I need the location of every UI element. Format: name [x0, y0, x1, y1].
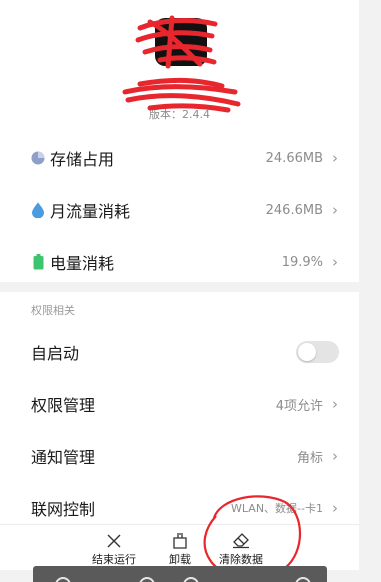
nav-extra-icon[interactable]: [295, 577, 311, 582]
nav-recent-icon[interactable]: [183, 577, 199, 582]
usage-row-storage[interactable]: 存储占用 24.66MB ›: [0, 132, 359, 184]
usage-row-traffic[interactable]: 月流量消耗 246.6MB ›: [0, 184, 359, 236]
chevron-right-icon: ›: [332, 201, 338, 219]
chevron-right-icon: ›: [332, 395, 338, 413]
close-icon: [106, 525, 122, 549]
water-drop-icon: [31, 202, 45, 218]
autostart-toggle[interactable]: [296, 341, 339, 363]
nav-home-icon[interactable]: [139, 577, 155, 582]
app-icon: [155, 18, 207, 66]
uninstall-button[interactable]: 卸载: [169, 525, 191, 567]
usage-value: 24.66MB: [265, 150, 323, 166]
toggle-knob: [298, 343, 316, 361]
permission-row-notification[interactable]: 通知管理 角标 ›: [0, 430, 359, 482]
app-version: 版本：2.4.4: [149, 108, 210, 121]
permission-label: 权限管理: [31, 396, 96, 415]
usage-value: 19.9%: [281, 254, 323, 270]
system-navigation-bar: [33, 566, 327, 582]
action-label: 结束运行: [92, 553, 136, 566]
autostart-label: 自启动: [31, 344, 80, 363]
autostart-row: 自启动: [0, 326, 359, 378]
battery-icon: [31, 254, 45, 270]
bottom-action-bar: 结束运行 卸载 清除数据: [0, 524, 359, 570]
chevron-right-icon: ›: [332, 253, 338, 271]
permission-label: 通知管理: [31, 448, 96, 467]
usage-label: 电量消耗: [50, 254, 115, 273]
usage-value: 246.6MB: [265, 202, 323, 218]
chevron-right-icon: ›: [332, 499, 338, 517]
usage-label: 存储占用: [50, 150, 115, 169]
clear-data-button[interactable]: 清除数据: [219, 525, 263, 567]
chevron-right-icon: ›: [332, 149, 338, 167]
usage-label: 月流量消耗: [50, 202, 131, 221]
permission-value: 4项允许: [275, 398, 323, 414]
uninstall-icon: [172, 525, 188, 549]
nav-back-icon[interactable]: [55, 577, 71, 582]
force-stop-button[interactable]: 结束运行: [92, 525, 136, 567]
pie-chart-icon: [31, 151, 45, 165]
chevron-right-icon: ›: [332, 447, 338, 465]
usage-row-battery[interactable]: 电量消耗 19.9% ›: [0, 236, 359, 288]
permission-label: 联网控制: [31, 500, 96, 519]
permission-row-manage[interactable]: 权限管理 4项允许 ›: [0, 378, 359, 430]
eraser-icon: [231, 525, 251, 549]
action-label: 卸载: [169, 553, 191, 566]
permission-value: 角标: [296, 450, 323, 466]
app-info-card: 版本：2.4.4 存储占用 24.66MB › 月流量消耗 246.6MB › …: [0, 0, 359, 282]
permission-value: WLAN、数据--卡1: [231, 502, 323, 515]
section-title: 权限相关: [31, 304, 75, 317]
action-label: 清除数据: [219, 553, 263, 566]
